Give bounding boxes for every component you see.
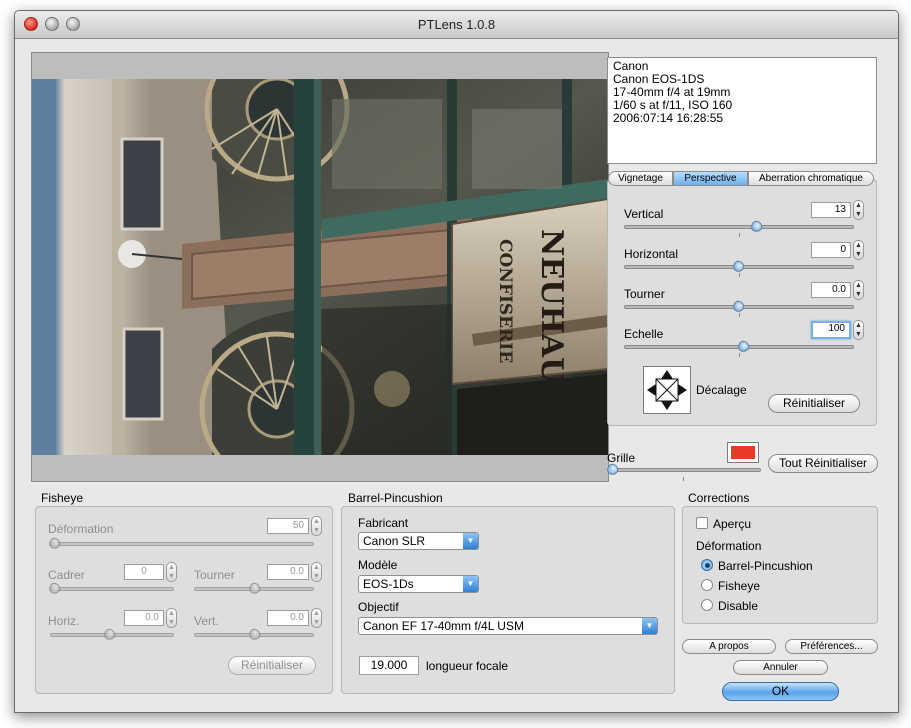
reset-all-button[interactable]: Tout Réinitialiser: [768, 454, 878, 473]
preferences-button[interactable]: Préférences...: [785, 639, 878, 654]
grid-slider[interactable]: [609, 468, 761, 472]
slider-tick: [739, 313, 740, 317]
exif-info-box: Canon Canon EOS-1DS 17-40mm f/4 at 19mm …: [607, 57, 877, 164]
title-bar[interactable]: PTLens 1.0.8: [15, 11, 898, 39]
exif-line: 2006:07:14 16:28:55: [613, 111, 724, 125]
correction-tabs: Vignetage Perspective Aberration chromat…: [608, 171, 874, 187]
vertical-value-field[interactable]: 13: [811, 202, 851, 218]
objectif-value: Canon EF 17-40mm f/4L USM: [363, 619, 524, 633]
vertical-label: Vertical: [624, 207, 664, 221]
grid-color-well[interactable]: [727, 442, 759, 463]
sign-text-confiserie: CONFISERIE: [495, 239, 515, 363]
dpad-arrows-icon: [647, 370, 687, 410]
fisheye-tourner-stepper[interactable]: ▲ ▼: [311, 562, 322, 582]
horizontal-stepper[interactable]: ▲ ▼: [853, 240, 864, 260]
fisheye-vert-field[interactable]: 0.0: [267, 610, 309, 626]
tourner-value-field[interactable]: 0.0: [811, 282, 851, 298]
focal-length-label: longueur focale: [426, 659, 509, 673]
fisheye-horiz-stepper[interactable]: ▲ ▼: [166, 608, 177, 628]
radio-disable-label: Disable: [718, 599, 759, 613]
horizontal-value-field[interactable]: 0: [811, 242, 851, 258]
chevron-down-icon: ▼: [642, 618, 657, 634]
cancel-button[interactable]: Annuler: [733, 660, 828, 675]
ptlens-window: PTLens 1.0.8 CONFISERIE NEUHAUS Canon Ca…: [14, 10, 899, 713]
perspective-reset-button[interactable]: Réinitialiser: [768, 394, 860, 413]
image-preview-frame: CONFISERIE NEUHAUS: [31, 52, 609, 482]
tourner-label: Tourner: [624, 287, 665, 301]
fisheye-deformation-stepper[interactable]: ▲ ▼: [311, 516, 322, 536]
tourner-stepper[interactable]: ▲ ▼: [853, 280, 864, 300]
fisheye-tourner-label: Tourner: [194, 568, 235, 582]
fisheye-deformation-label: Déformation: [48, 522, 114, 536]
radio-barrel-pincushion-label: Barrel-Pincushion: [718, 559, 813, 573]
fabricant-label: Fabricant: [358, 516, 409, 530]
corrections-deformation-label: Déformation: [696, 539, 762, 553]
fisheye-cadrer-stepper[interactable]: ▲ ▼: [166, 562, 177, 582]
modele-popup[interactable]: EOS-1Ds ▼: [358, 575, 479, 593]
objectif-popup[interactable]: Canon EF 17-40mm f/4L USM ▼: [358, 617, 658, 635]
fisheye-deformation-field[interactable]: 50: [267, 518, 309, 534]
fabricant-popup[interactable]: Canon SLR ▼: [358, 532, 479, 550]
echelle-label: Echelle: [624, 327, 664, 341]
apercu-checkbox[interactable]: [696, 517, 708, 529]
echelle-value-field[interactable]: 100: [811, 321, 851, 339]
chevron-down-icon: ▼: [463, 576, 478, 592]
preview-image[interactable]: CONFISERIE NEUHAUS: [32, 79, 608, 455]
fisheye-horiz-field[interactable]: 0.0: [124, 610, 164, 626]
fisheye-horiz-label: Horiz.: [48, 614, 80, 628]
slider-tick: [739, 233, 740, 237]
objectif-label: Objectif: [358, 600, 399, 614]
modele-label: Modèle: [358, 558, 398, 572]
window-title: PTLens 1.0.8: [417, 17, 496, 32]
decalage-dpad[interactable]: [643, 366, 691, 414]
tab-perspective[interactable]: Perspective: [673, 171, 748, 186]
fisheye-vert-label: Vert.: [194, 614, 219, 628]
fisheye-cadrer-slider[interactable]: [50, 587, 174, 591]
tab-vignetage[interactable]: Vignetage: [608, 171, 673, 186]
decalage-label: Décalage: [696, 383, 747, 397]
horizontal-label: Horizontal: [624, 247, 679, 261]
barrel-title: Barrel-Pincushion: [348, 491, 443, 505]
fisheye-vert-stepper[interactable]: ▲ ▼: [311, 608, 322, 628]
tab-aberration-chromatique[interactable]: Aberration chromatique: [748, 171, 874, 186]
about-button[interactable]: A propos: [682, 639, 776, 654]
grid-color-swatch: [731, 446, 755, 459]
preview-photo-graphic: CONFISERIE NEUHAUS: [32, 79, 608, 455]
vertical-stepper[interactable]: ▲ ▼: [853, 200, 864, 220]
radio-fisheye-label: Fisheye: [718, 579, 761, 593]
echelle-stepper[interactable]: ▲ ▼: [853, 320, 864, 340]
radio-disable[interactable]: [701, 599, 713, 611]
fisheye-reset-button[interactable]: Réinitialiser: [228, 656, 316, 675]
radio-fisheye[interactable]: [701, 579, 713, 591]
fisheye-cadrer-label: Cadrer: [48, 568, 85, 582]
chevron-down-icon: ▼: [463, 533, 478, 549]
slider-tick: [739, 353, 740, 357]
fisheye-cadrer-field[interactable]: 0: [124, 564, 164, 580]
fisheye-deformation-slider[interactable]: [50, 542, 314, 546]
slider-tick: [739, 273, 740, 277]
fisheye-title: Fisheye: [41, 491, 84, 505]
radio-barrel-pincushion[interactable]: [701, 559, 713, 571]
apercu-label: Aperçu: [713, 517, 752, 531]
modele-value: EOS-1Ds: [363, 577, 414, 591]
fabricant-value: Canon SLR: [363, 534, 426, 548]
focal-length-field[interactable]: 19.000: [359, 656, 419, 675]
ok-button[interactable]: OK: [722, 682, 839, 701]
slider-tick: [683, 477, 684, 481]
fisheye-tourner-field[interactable]: 0.0: [267, 564, 309, 580]
corrections-title: Corrections: [688, 491, 750, 505]
vertical-slider[interactable]: [624, 225, 854, 229]
